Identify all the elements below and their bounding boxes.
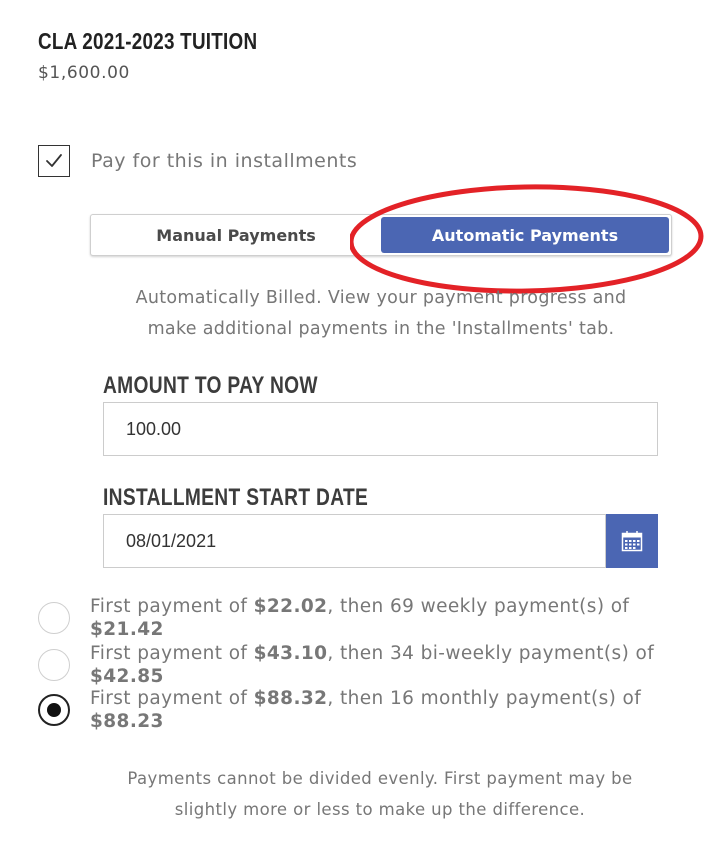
plan-prefix: First payment of [90,688,254,709]
automatic-payments-tab[interactable]: Automatic Payments [381,217,669,253]
amount-label: AMOUNT TO PAY NOW [103,372,318,399]
calendar-icon [621,531,643,552]
note-line-1: Payments cannot be divided evenly. First… [127,769,633,788]
installments-checkbox-label[interactable]: Pay for this in installments [91,150,357,172]
description-line-1: Automatically Billed. View your payment … [135,288,627,308]
plan-prefix: First payment of [90,643,254,664]
plan-schedule: , then 69 weekly payment(s) of [327,596,630,617]
plan-prefix: First payment of [90,596,254,617]
note-line-2: slightly more or less to make up the dif… [174,800,586,819]
rounding-note: Payments cannot be divided evenly. First… [70,763,690,825]
plan-radio-weekly[interactable] [38,602,70,634]
description-line-2: make additional payments in the 'Install… [147,319,615,339]
start-date-input[interactable] [103,514,606,568]
plan-radio-biweekly[interactable] [38,649,70,681]
plan-first-amount: $88.32 [253,688,328,709]
calendar-button[interactable] [606,514,658,568]
plan-first-amount: $43.10 [253,643,328,664]
plan-text-monthly: First payment of $88.32, then 16 monthly… [90,687,700,733]
amount-input[interactable] [103,402,658,456]
manual-payments-tab[interactable]: Manual Payments [93,217,379,253]
plan-recurring-amount: $88.23 [90,711,164,732]
plan-radio-monthly[interactable] [38,694,70,726]
plan-text-weekly: First payment of $22.02, then 69 weekly … [90,595,700,641]
plan-text-biweekly: First payment of $43.10, then 34 bi-week… [90,642,700,688]
plan-recurring-amount: $21.42 [90,619,164,640]
plan-schedule: , then 34 bi-weekly payment(s) of [327,643,655,664]
plan-recurring-amount: $42.85 [90,666,164,687]
plan-schedule: , then 16 monthly payment(s) of [327,688,642,709]
start-date-label: INSTALLMENT START DATE [103,484,369,511]
payment-mode-description: Automatically Billed. View your payment … [90,283,672,345]
checkmark-icon [46,154,62,167]
plan-first-amount: $22.02 [253,596,328,617]
installments-checkbox[interactable] [38,145,70,177]
item-title: CLA 2021-2023 TUITION [38,28,258,54]
item-price: $1,600.00 [38,63,130,83]
payment-mode-toggle: Manual Payments Automatic Payments [90,214,672,256]
